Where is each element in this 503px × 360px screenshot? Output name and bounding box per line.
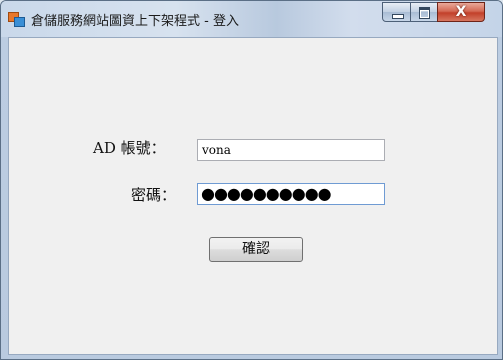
close-icon: X	[455, 4, 467, 20]
maximize-icon	[419, 7, 430, 19]
confirm-button[interactable]: 確認	[209, 237, 303, 262]
minimize-button[interactable]	[382, 2, 411, 22]
minimize-icon	[392, 14, 404, 19]
ad-account-label: AD 帳號：	[93, 139, 166, 157]
password-label: 密碼：	[131, 186, 177, 204]
login-form: AD 帳號： vona 密碼： ●●●●●●●●●● 確認	[8, 37, 498, 355]
title-bar[interactable]: 倉儲服務網站圖資上下架程式 - 登入 X	[1, 1, 502, 37]
login-window: 倉儲服務網站圖資上下架程式 - 登入 X AD 帳號： vona 密碼： ●●●…	[0, 0, 503, 360]
password-input[interactable]: ●●●●●●●●●●	[197, 183, 385, 205]
ad-account-input[interactable]: vona	[197, 139, 385, 161]
maximize-button[interactable]	[410, 2, 438, 22]
close-button[interactable]: X	[437, 2, 485, 22]
app-window-icon[interactable]	[8, 12, 25, 27]
window-title: 倉儲服務網站圖資上下架程式 - 登入	[31, 14, 239, 29]
